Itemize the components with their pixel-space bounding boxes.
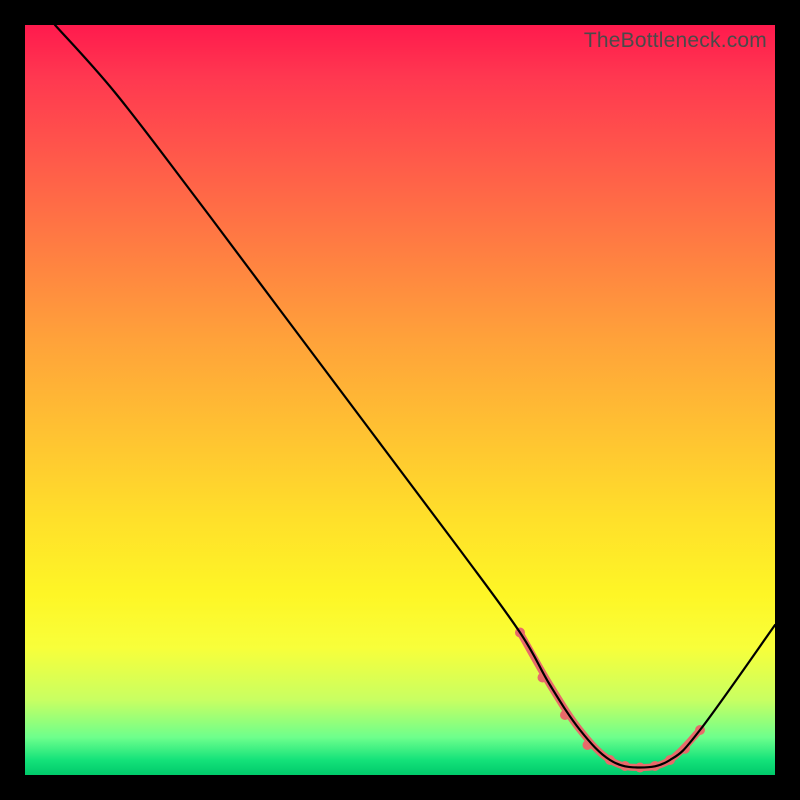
chart-svg <box>25 25 775 775</box>
chart-frame: TheBottleneck.com <box>0 0 800 800</box>
main-curve <box>55 25 775 768</box>
highlight-segment <box>520 633 700 768</box>
chart-plot-area: TheBottleneck.com <box>25 25 775 775</box>
